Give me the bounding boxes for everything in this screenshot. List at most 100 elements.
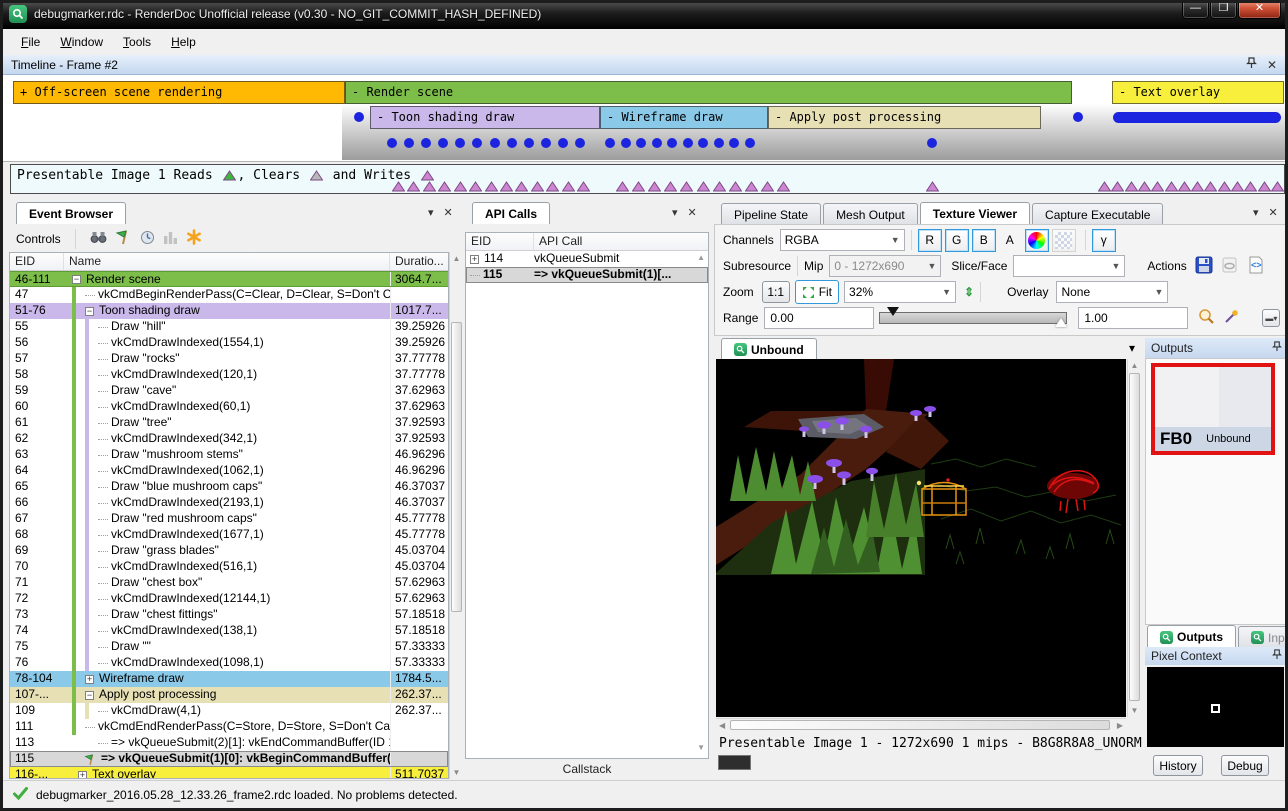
event-row-55[interactable]: 55Draw "hill"39.25926 <box>10 319 448 335</box>
menu-file[interactable]: File <box>11 31 50 53</box>
zoom-1to1-button[interactable]: 1:1 <box>762 281 790 303</box>
scrollbar-thumb[interactable] <box>451 322 462 612</box>
pin-icon[interactable] <box>1272 649 1282 663</box>
black-point-handle[interactable] <box>887 307 899 316</box>
event-row-47[interactable]: 47vkCmdBeginRenderPass(C=Clear, D=Clear,… <box>10 287 448 303</box>
draw-dot[interactable] <box>490 138 500 148</box>
menu-window[interactable]: Window <box>50 31 113 53</box>
pixel-context-view[interactable] <box>1147 667 1284 747</box>
draw-dot[interactable] <box>714 138 724 148</box>
timeline-marker[interactable]: - Render scene <box>345 81 1072 104</box>
tab-outputs[interactable]: Outputs <box>1147 625 1236 647</box>
texture-image[interactable] <box>716 359 1126 717</box>
tab-texture-viewer[interactable]: Texture Viewer <box>920 202 1030 224</box>
menu-tools[interactable]: Tools <box>113 31 161 53</box>
draw-dot[interactable] <box>621 138 631 148</box>
event-table-header[interactable]: EID Name Duratio... <box>10 253 448 271</box>
event-row-68[interactable]: 68vkCmdDrawIndexed(1677,1)45.77778 <box>10 527 448 543</box>
event-row-107-...[interactable]: 107-...−Apply post processing262.37... <box>10 687 448 703</box>
draw-dot[interactable] <box>1073 112 1083 122</box>
event-row-57[interactable]: 57Draw "rocks"37.77778 <box>10 351 448 367</box>
event-row-113[interactable]: 113=> vkQueueSubmit(2)[1]: vkEndCommandB… <box>10 735 448 751</box>
tab-event-browser[interactable]: Event Browser <box>16 202 126 224</box>
draw-dot[interactable] <box>605 138 615 148</box>
flip-y-icon[interactable]: ⇕ <box>964 285 974 299</box>
event-row-56[interactable]: 56vkCmdDrawIndexed(1554,1)39.25926 <box>10 335 448 351</box>
event-row-70[interactable]: 70vkCmdDrawIndexed(516,1)45.03704 <box>10 559 448 575</box>
event-row-69[interactable]: 69Draw "grass blades"45.03704 <box>10 543 448 559</box>
timeline-marker[interactable]: - Apply post processing <box>768 106 1041 129</box>
draw-dot[interactable] <box>575 138 585 148</box>
pin-icon[interactable] <box>1272 341 1282 355</box>
scroll-down-icon[interactable]: ▼ <box>1128 704 1141 717</box>
fb0-thumbnail[interactable]: FB0 Unbound <box>1151 363 1275 455</box>
api-call-row-115[interactable]: 115=> vkQueueSubmit(1)[... <box>466 267 708 283</box>
event-row-73[interactable]: 73Draw "chest fittings"57.18518 <box>10 607 448 623</box>
scroll-up-icon[interactable]: ▲ <box>697 253 705 262</box>
event-row-61[interactable]: 61Draw "tree"37.92593 <box>10 415 448 431</box>
autofit-wand-icon[interactable] <box>1223 308 1240 328</box>
history-button[interactable]: History <box>1153 755 1203 776</box>
debug-button[interactable]: Debug <box>1221 755 1269 776</box>
asterisk-icon[interactable] <box>186 229 202 248</box>
open-code-icon[interactable]: <> <box>1247 256 1265 277</box>
collapse-icon[interactable]: − <box>72 275 81 284</box>
save-icon[interactable] <box>1195 256 1213 277</box>
tab-pipeline-state[interactable]: Pipeline State <box>721 203 821 224</box>
channel-r-button[interactable]: R <box>918 229 942 252</box>
minimize-button[interactable]: — <box>1182 0 1209 19</box>
event-row-115[interactable]: 115=> vkQueueSubmit(1)[0]: vkBeginComman… <box>10 751 448 767</box>
timeline-marker[interactable]: - Toon shading draw <box>370 106 600 129</box>
tab-api-calls[interactable]: API Calls <box>472 202 550 224</box>
channel-a-button[interactable]: A <box>999 233 1021 247</box>
maximize-button[interactable]: ❐ <box>1210 0 1237 19</box>
texture-vscrollbar[interactable]: ▲ ▼ <box>1127 359 1141 717</box>
expand-icon[interactable]: + <box>78 771 87 780</box>
timeline-marker[interactable]: + Off-screen scene rendering <box>13 81 345 104</box>
timeline-marker[interactable]: - Wireframe draw <box>600 106 768 129</box>
draw-dot[interactable] <box>524 138 534 148</box>
tab-mesh-output[interactable]: Mesh Output <box>823 203 918 224</box>
channel-g-button[interactable]: G <box>945 229 969 252</box>
event-row-111[interactable]: 111vkCmdEndRenderPass(C=Store, D=Store, … <box>10 719 448 735</box>
collapse-icon[interactable]: − <box>85 307 94 316</box>
tab-unbound-texture[interactable]: Unbound <box>721 338 817 359</box>
close-button[interactable]: ✕ <box>1238 0 1281 19</box>
range-min-field[interactable]: 0.00 <box>764 307 874 329</box>
white-point-handle[interactable] <box>1055 318 1067 327</box>
api-call-row-114[interactable]: +114vkQueueSubmit <box>466 251 708 267</box>
callstack-label[interactable]: Callstack <box>465 759 709 780</box>
event-row-74[interactable]: 74vkCmdDrawIndexed(138,1)57.18518 <box>10 623 448 639</box>
range-slider[interactable] <box>879 309 1073 327</box>
draw-dot[interactable] <box>652 138 662 148</box>
pin-icon[interactable] <box>1246 57 1257 72</box>
event-row-46-111[interactable]: 46-111−Render scene3064.7... <box>10 271 448 287</box>
event-row-78-104[interactable]: 78-104+Wireframe draw1784.5... <box>10 671 448 687</box>
range-options-icon[interactable]: ▬▾ <box>1262 309 1280 327</box>
event-row-63[interactable]: 63Draw "mushroom stems"46.96296 <box>10 447 448 463</box>
close-icon[interactable]: ✕ <box>688 206 697 219</box>
zoom-range-icon[interactable] <box>1198 308 1215 328</box>
event-row-75[interactable]: 75Draw ""57.33333 <box>10 639 448 655</box>
draw-dot[interactable] <box>354 112 364 122</box>
scroll-down-icon[interactable]: ▼ <box>697 743 705 752</box>
channels-select[interactable]: RGBA▼ <box>780 229 905 251</box>
event-row-60[interactable]: 60vkCmdDrawIndexed(60,1)37.62963 <box>10 399 448 415</box>
scroll-left-icon[interactable]: ◀ <box>719 721 725 730</box>
gamma-button[interactable]: γ <box>1092 229 1116 252</box>
draw-dot[interactable] <box>683 138 693 148</box>
close-icon[interactable]: ✕ <box>1269 206 1278 219</box>
api-table-header[interactable]: EID API Call <box>466 233 708 251</box>
draw-dot[interactable] <box>745 138 755 148</box>
chevron-down-icon[interactable]: ▾ <box>1253 206 1259 219</box>
channel-b-button[interactable]: B <box>972 229 996 252</box>
scroll-down-icon[interactable]: ▼ <box>450 766 463 779</box>
chevron-down-icon[interactable]: ▾ <box>1129 341 1135 355</box>
timeline[interactable]: + Off-screen scene rendering- Render sce… <box>3 75 1285 162</box>
event-row-72[interactable]: 72vkCmdDrawIndexed(12144,1)57.62963 <box>10 591 448 607</box>
menu-help[interactable]: Help <box>161 31 206 53</box>
event-row-59[interactable]: 59Draw "cave"37.62963 <box>10 383 448 399</box>
draw-dot[interactable] <box>558 138 568 148</box>
event-row-109[interactable]: 109vkCmdDraw(4,1)262.37... <box>10 703 448 719</box>
color-wheel-icon[interactable] <box>1025 229 1049 252</box>
